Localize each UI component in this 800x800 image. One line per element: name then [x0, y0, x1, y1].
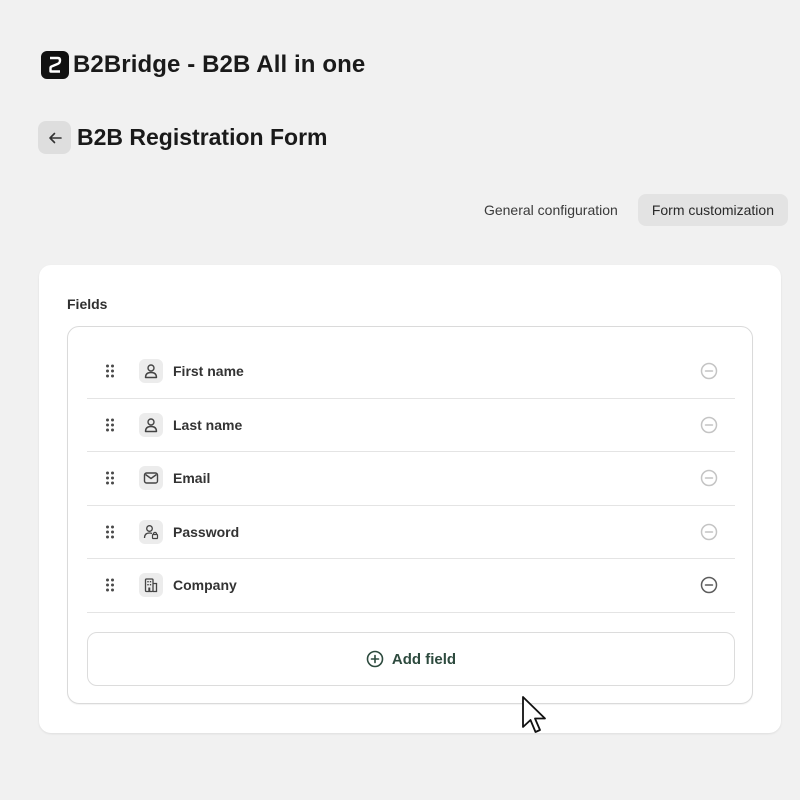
- minus-circle-icon: [700, 416, 718, 433]
- minus-circle-icon: [700, 523, 718, 540]
- field-label: Password: [173, 523, 240, 540]
- fields-container: First name Last name Email Password Comp…: [67, 326, 753, 704]
- b2bridge-logo-icon: [41, 51, 69, 79]
- envelope-icon: [139, 466, 163, 491]
- building-icon: [139, 573, 163, 598]
- person-icon: [139, 359, 163, 384]
- field-list: First name Last name Email Password Comp…: [87, 345, 735, 613]
- plus-circle-icon: [366, 650, 384, 668]
- drag-handle-icon[interactable]: [105, 418, 119, 432]
- field-row-last-name[interactable]: Last name: [87, 399, 735, 452]
- remove-field-button[interactable]: [699, 361, 719, 381]
- remove-field-button[interactable]: [699, 468, 719, 488]
- app-header: B2Bridge - B2B All in one: [41, 51, 365, 79]
- field-label: Last name: [173, 416, 243, 433]
- tab-form-customization[interactable]: Form customization: [637, 194, 788, 226]
- person-lock-icon: [139, 519, 163, 544]
- drag-handle-icon[interactable]: [105, 364, 119, 378]
- field-row-first-name[interactable]: First name: [87, 345, 735, 399]
- add-field-button[interactable]: Add field: [87, 632, 735, 686]
- minus-circle-icon: [700, 470, 718, 487]
- mouse-pointer-icon: [522, 696, 546, 733]
- field-row-email[interactable]: Email: [87, 452, 735, 506]
- tab-bar: General configuration Form customization: [470, 194, 788, 226]
- field-label: First name: [173, 363, 244, 380]
- minus-circle-icon: [700, 577, 718, 594]
- remove-field-button[interactable]: [699, 522, 719, 542]
- card-title: Fields: [67, 296, 108, 312]
- minus-circle-icon: [700, 363, 718, 380]
- drag-handle-icon[interactable]: [105, 578, 119, 592]
- field-label: Company: [173, 577, 237, 594]
- field-label: Email: [173, 470, 211, 487]
- drag-handle-icon[interactable]: [105, 525, 119, 539]
- page-header: B2B Registration Form: [38, 121, 327, 154]
- person-icon: [139, 412, 163, 437]
- back-button[interactable]: [38, 121, 71, 154]
- add-field-label: Add field: [391, 650, 457, 668]
- arrow-left-icon: [48, 132, 62, 143]
- field-row-password[interactable]: Password: [87, 506, 735, 559]
- page-title: B2B Registration Form: [77, 124, 328, 150]
- drag-handle-icon[interactable]: [105, 471, 119, 485]
- tab-general-configuration[interactable]: General configuration: [470, 194, 632, 226]
- remove-field-button[interactable]: [699, 415, 719, 435]
- field-row-company[interactable]: Company: [87, 559, 735, 613]
- fields-card: Fields First name Last name Email Passwo…: [39, 265, 781, 733]
- app-title: B2Bridge - B2B All in one: [73, 51, 366, 78]
- remove-field-button[interactable]: [699, 575, 719, 595]
